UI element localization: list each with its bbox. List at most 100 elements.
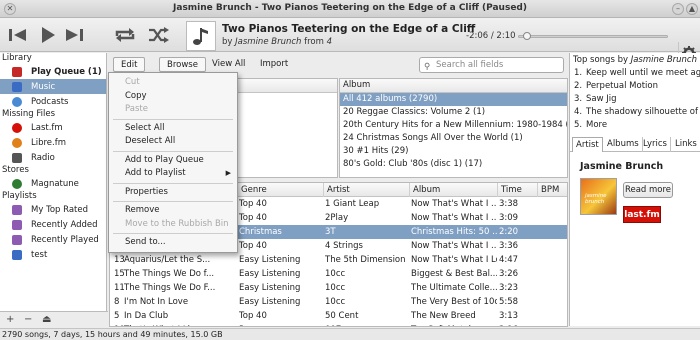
album-pane[interactable]: Album All 412 albums (2790) 20 Reggae Cl…	[339, 78, 568, 178]
column-header-time[interactable]: Time	[498, 183, 538, 197]
list-item[interactable]: 24 Christmas Songs All Over the World (1…	[340, 132, 567, 145]
track-album: Biggest & Best Bal...	[411, 269, 497, 279]
smart-playlist-icon	[12, 204, 22, 215]
next-button[interactable]	[62, 23, 86, 47]
menu-item-copy[interactable]: Copy	[109, 90, 237, 104]
sidebar-item-music[interactable]: Music	[0, 79, 106, 94]
tab-links[interactable]: Links	[672, 137, 700, 152]
remove-source-button[interactable]: −	[24, 314, 32, 325]
menu-item-paste[interactable]: Paste	[109, 103, 237, 117]
top-song-item[interactable]: 4.The shadowy silhouette of a h	[570, 106, 700, 119]
track-genre: Top 40	[239, 199, 267, 209]
read-more-button[interactable]: Read more	[623, 182, 673, 198]
table-row[interactable]: 11 The Things We Do F... Easy Listening 10c…	[110, 281, 567, 295]
list-item[interactable]: 30 #1 Hits (29)	[340, 145, 567, 158]
tab-edit[interactable]: Edit	[113, 57, 146, 72]
menu-item-remove[interactable]: Remove	[109, 204, 237, 218]
minimize-window-icon[interactable]: –	[672, 3, 684, 15]
list-item[interactable]: All 412 albums (2790)	[340, 93, 567, 106]
list-item[interactable]: 80's Gold: Club '80s (disc 1) (17)	[340, 158, 567, 171]
table-row[interactable]: 5 In Da Club Top 40 50 Cent The New Breed 3:1…	[110, 309, 567, 323]
seek-slider[interactable]	[518, 32, 668, 40]
tab-browse[interactable]: Browse	[159, 57, 206, 72]
track-time: 3:23	[499, 283, 519, 293]
top-songs-prefix: Top songs by	[573, 55, 629, 65]
search-placeholder: Search all fields	[436, 60, 504, 70]
track-genre: Top 40	[239, 311, 267, 321]
track-album: Now That's What I ...	[411, 213, 497, 223]
play-button[interactable]	[36, 23, 60, 47]
track-artist: 10cc	[325, 283, 346, 293]
top-song-number: 2.	[574, 81, 583, 91]
top-song-item[interactable]: 5. More	[570, 119, 700, 132]
table-row[interactable]: 8 I'm Not In Love Easy Listening 10cc The Ve…	[110, 295, 567, 309]
tab-lyrics[interactable]: Lyrics	[640, 137, 671, 152]
top-song-item[interactable]: 2. Perpetual Motion	[570, 80, 700, 93]
sidebar-item-my-top-rated[interactable]: My Top Rated	[0, 202, 106, 217]
previous-button[interactable]	[6, 23, 30, 47]
track-genre: Christmas	[239, 227, 282, 237]
sidebar-item-podcasts[interactable]: Podcasts	[0, 94, 106, 109]
sidebar-item-recently-played[interactable]: Recently Played	[0, 232, 106, 247]
menu-item-cut[interactable]: Cut	[109, 76, 237, 90]
tab-import[interactable]: Import	[253, 57, 295, 72]
tab-view-all[interactable]: View All	[205, 57, 252, 72]
tab-artist[interactable]: Artist	[572, 137, 603, 152]
sidebar-item-label: Recently Played	[31, 234, 99, 245]
context-panel: Top songs by Jasmine Brunch 1. Keep well …	[569, 53, 700, 326]
list-item[interactable]: 20 Reggae Classics: Volume 2 (1)	[340, 106, 567, 119]
column-header-album[interactable]: Album	[410, 183, 498, 197]
tab-albums[interactable]: Albums	[604, 137, 643, 152]
lastfm-logo[interactable]: last.fm	[623, 206, 661, 223]
sidebar-item-test[interactable]: test	[0, 247, 106, 262]
top-songs-artist[interactable]: Jasmine Brunch	[631, 55, 697, 65]
search-input[interactable]: ⚲ Search all fields	[419, 57, 564, 73]
maximize-window-icon[interactable]: ▲	[686, 3, 698, 15]
now-playing-album: 4	[326, 37, 333, 47]
track-artist: 10cc	[325, 297, 346, 307]
column-header-bpm[interactable]: BPM	[538, 183, 567, 197]
menu-item-deselect-all[interactable]: Deselect All	[109, 135, 237, 149]
album-pane-header[interactable]: Album	[340, 79, 567, 93]
sidebar-item-librefm[interactable]: Libre.fm	[0, 135, 106, 150]
top-song-item[interactable]: 1.Keep well until we meet again	[570, 67, 700, 80]
menu-item-properties[interactable]: Properties	[109, 186, 237, 200]
seek-handle[interactable]	[523, 32, 532, 40]
track-time: 3:09	[499, 213, 519, 223]
column-header-artist[interactable]: Artist	[324, 183, 410, 197]
menu-item-move-to-rubbish-bin[interactable]: Move to the Rubbish Bin	[109, 218, 237, 232]
menu-item-send-to[interactable]: Send to...	[109, 236, 237, 250]
track-genre: Easy Listening	[239, 269, 301, 279]
track-album: Now That's What I ...	[411, 241, 497, 251]
sidebar-item-play-queue[interactable]: Play Queue (1)	[0, 64, 106, 79]
repeat-button[interactable]	[113, 23, 137, 47]
artist-image[interactable]: jasmine brunch	[580, 178, 617, 215]
eject-button[interactable]: ⏏	[42, 314, 51, 325]
list-item[interactable]: 20th Century Hits for a New Millennium: …	[340, 119, 567, 132]
lastfm-icon	[12, 122, 22, 133]
close-window-icon[interactable]: ✕	[4, 3, 16, 15]
table-row[interactable]: 15 The Things We Do f... Easy Listening 10c…	[110, 267, 567, 281]
album-art[interactable]	[186, 21, 216, 51]
sidebar-item-radio[interactable]: Radio	[0, 150, 106, 165]
artist-name: Jasmine Brunch	[580, 161, 664, 172]
shuffle-icon	[149, 27, 169, 43]
player-toolbar: Two Pianos Teetering on the Edge of a Cl…	[0, 18, 700, 64]
shuffle-button[interactable]	[147, 23, 171, 47]
menu-separator	[113, 182, 233, 184]
column-header-genre[interactable]: Genre	[238, 183, 324, 197]
menu-item-select-all[interactable]: Select All	[109, 122, 237, 136]
title-bar: Jasmine Brunch - Two Pianos Teetering on…	[0, 0, 700, 18]
sidebar-item-label: Magnatune	[31, 178, 79, 189]
menu-item-add-to-playlist[interactable]: Add to Playlist ▶	[109, 167, 237, 181]
table-row[interactable]: 13 Aquarius/Let the S... Easy Listening The…	[110, 253, 567, 267]
sidebar-item-label: Radio	[31, 152, 55, 163]
top-song-item[interactable]: 3. Saw Jig	[570, 93, 700, 106]
music-note-icon	[193, 28, 208, 45]
menu-item-add-to-play-queue[interactable]: Add to Play Queue	[109, 154, 237, 168]
table-row[interactable]: 10That's What I Li...Pop007Top Soft Meta…	[110, 323, 567, 326]
sidebar-item-recently-added[interactable]: Recently Added	[0, 217, 106, 232]
sidebar-item-lastfm[interactable]: Last.fm	[0, 120, 106, 135]
add-source-button[interactable]: +	[6, 314, 14, 325]
sidebar-item-magnatune[interactable]: Magnatune	[0, 176, 106, 191]
